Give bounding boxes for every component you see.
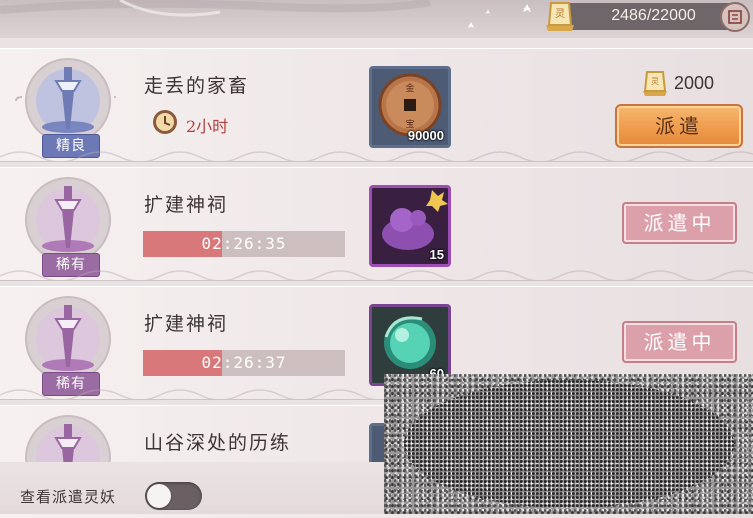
task-title: 扩建神祠 xyxy=(144,194,229,216)
task-title: 山谷深处的历练 xyxy=(144,432,292,454)
svg-text:灵: 灵 xyxy=(651,77,659,86)
progress-bar: 02:26:37 xyxy=(143,350,345,376)
spirit-token-icon: 灵 xyxy=(546,2,574,31)
svg-text:灵: 灵 xyxy=(555,8,565,20)
reward-count: 90000 xyxy=(407,128,444,143)
wave-pattern-decoration xyxy=(0,151,753,161)
obscured-region xyxy=(384,374,753,514)
countdown-timer: 02:26:37 xyxy=(201,353,287,372)
progress-bar: 02:26:35 xyxy=(143,231,345,257)
cost-value: 2000 xyxy=(674,73,715,93)
bottom-bar: 查看派遣灵妖 xyxy=(0,462,384,514)
dispatching-status-button[interactable]: 派遣中 xyxy=(622,321,737,363)
clock-icon xyxy=(153,110,177,134)
reward-slot[interactable]: 15 xyxy=(369,185,451,267)
history-scroll-icon xyxy=(728,10,742,24)
task-title: 走丢的家畜 xyxy=(144,75,250,97)
dispatch-button[interactable]: 派遣 xyxy=(615,104,743,148)
toggle-knob xyxy=(147,484,171,508)
obscured-blob xyxy=(404,380,734,508)
countdown-timer: 02:26:35 xyxy=(201,234,287,253)
spirit-currency-display: 灵 2486/22000 xyxy=(546,2,750,32)
top-bar: 灵 2486/22000 xyxy=(0,0,753,38)
wave-pattern-decoration xyxy=(0,270,753,280)
spirit-token-icon: 灵 xyxy=(643,71,667,96)
svg-text:金: 金 xyxy=(405,82,414,94)
show-dispatched-spirits-label: 查看派遣灵妖 xyxy=(20,488,117,506)
show-dispatched-spirits-toggle[interactable] xyxy=(145,482,202,510)
dispatch-task-card: 稀有 扩建神祠 02:26:35 15 派遣中 xyxy=(0,167,753,280)
duration-text: 2小时 xyxy=(186,117,229,136)
currency-amount: 2486/22000 xyxy=(611,7,696,24)
reward-slot[interactable]: 金 宝 90000 xyxy=(369,66,451,148)
dispatching-status-button[interactable]: 派遣中 xyxy=(622,202,737,244)
reward-count: 15 xyxy=(429,247,444,262)
dispatch-task-card: 精良 走丢的家畜 2小时 金 宝 90000 灵 2000 派遣 xyxy=(0,48,753,161)
task-title: 扩建神祠 xyxy=(144,313,229,335)
history-button[interactable] xyxy=(720,2,750,32)
